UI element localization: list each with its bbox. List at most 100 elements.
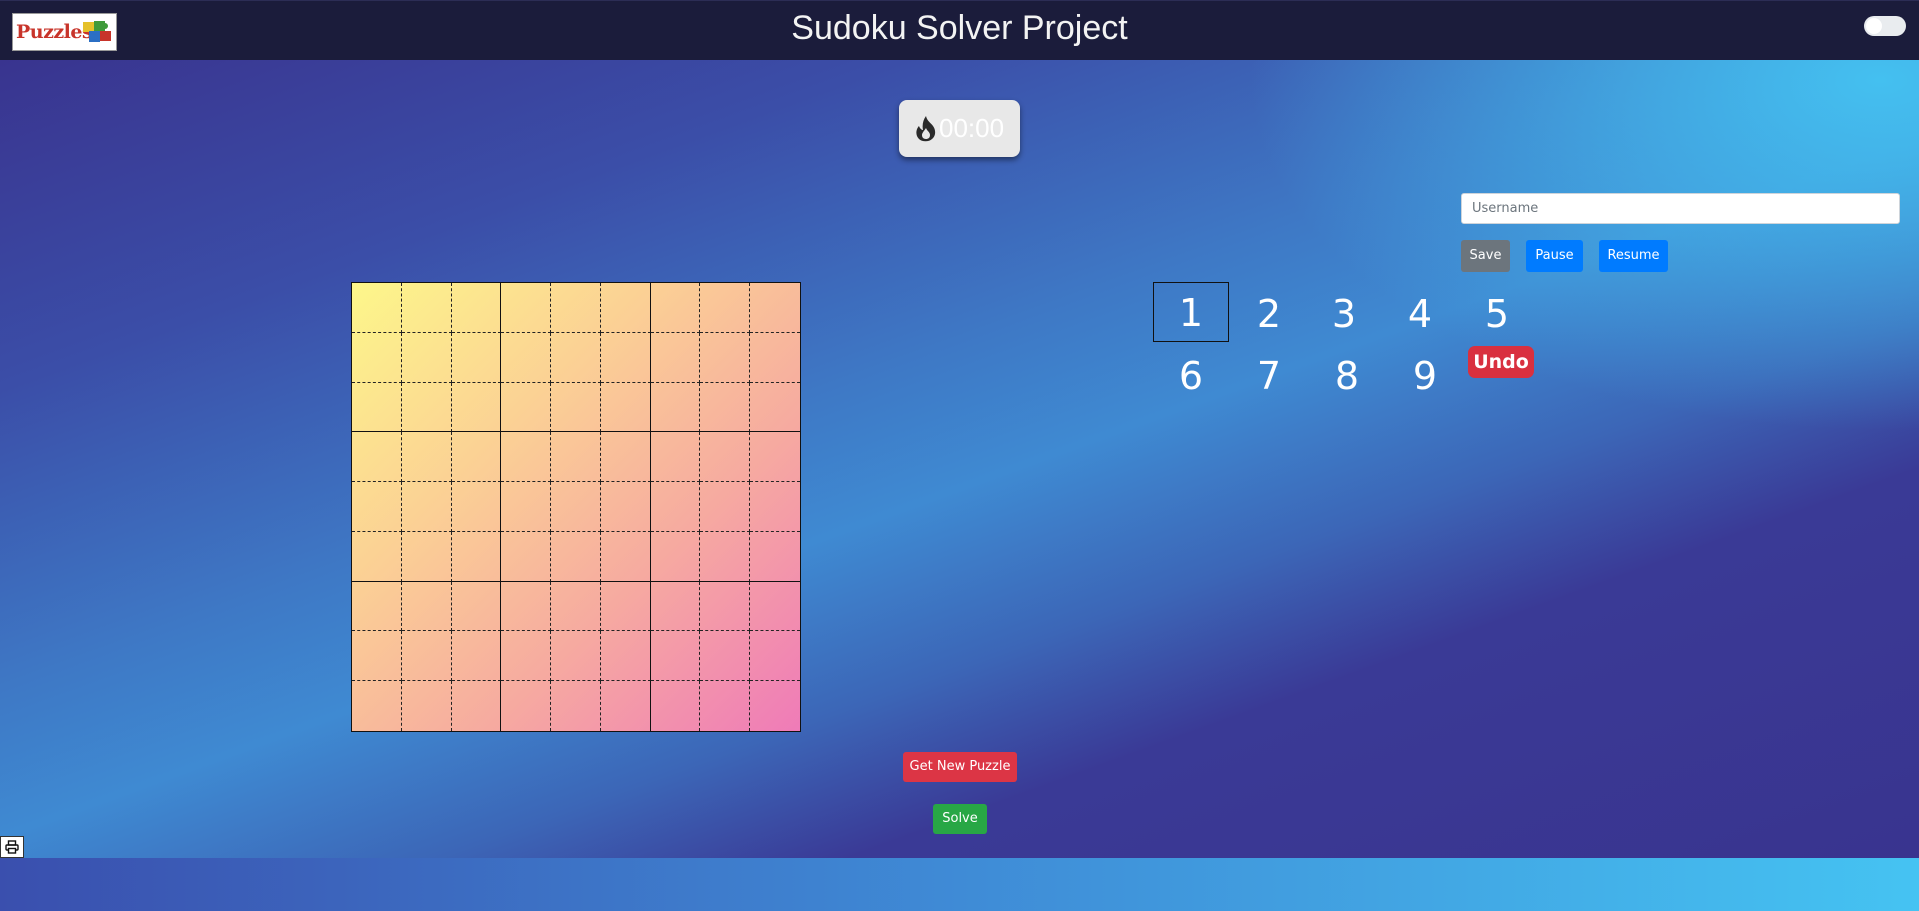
- board-cell[interactable]: [352, 482, 402, 532]
- board-cell[interactable]: [650, 432, 701, 483]
- board-cell[interactable]: [451, 332, 502, 383]
- board-cell[interactable]: [352, 382, 402, 433]
- board-cell[interactable]: [501, 482, 552, 532]
- number-button-2[interactable]: 2: [1231, 284, 1307, 344]
- fire-icon: [916, 116, 936, 142]
- board-cell[interactable]: [451, 432, 502, 483]
- number-button-6[interactable]: 6: [1153, 346, 1229, 406]
- board-cell[interactable]: [700, 332, 751, 383]
- board-cell[interactable]: [451, 482, 502, 532]
- board-cell[interactable]: [551, 432, 601, 483]
- board-cell[interactable]: [650, 332, 701, 383]
- board-cell[interactable]: [352, 531, 402, 582]
- board-cell[interactable]: [551, 631, 601, 682]
- board-cell[interactable]: [401, 382, 452, 433]
- board-cell[interactable]: [600, 382, 651, 433]
- board-cell[interactable]: [650, 581, 701, 632]
- board-cell[interactable]: [700, 681, 751, 731]
- number-button-9[interactable]: 9: [1387, 346, 1463, 406]
- board-cell[interactable]: [650, 631, 701, 682]
- board-cell[interactable]: [451, 283, 502, 333]
- board-cell[interactable]: [750, 681, 800, 731]
- board-cell[interactable]: [401, 631, 452, 682]
- board-cell[interactable]: [451, 382, 502, 433]
- board-cell[interactable]: [551, 681, 601, 731]
- board-cell[interactable]: [352, 283, 402, 333]
- number-button-8[interactable]: 8: [1309, 346, 1385, 406]
- board-cell[interactable]: [451, 581, 502, 632]
- board-cell[interactable]: [352, 631, 402, 682]
- number-button-1[interactable]: 1: [1153, 282, 1229, 342]
- solve-button[interactable]: Solve: [933, 804, 987, 834]
- board-cell[interactable]: [501, 631, 552, 682]
- board-cell[interactable]: [750, 532, 800, 582]
- board-cell[interactable]: [650, 382, 701, 433]
- undo-button[interactable]: Undo: [1468, 346, 1534, 378]
- resume-button[interactable]: Resume: [1599, 240, 1668, 272]
- number-button-4[interactable]: 4: [1382, 284, 1458, 344]
- board-cell[interactable]: [551, 581, 601, 632]
- board-cell[interactable]: [501, 681, 552, 731]
- board-cell[interactable]: [451, 631, 502, 682]
- board-cell[interactable]: [501, 581, 552, 632]
- board-cell[interactable]: [401, 283, 452, 333]
- number-button-7[interactable]: 7: [1231, 346, 1307, 406]
- save-button[interactable]: Save: [1461, 240, 1510, 272]
- board-cell[interactable]: [600, 631, 651, 682]
- board-cell[interactable]: [501, 382, 552, 433]
- board-cell[interactable]: [750, 482, 800, 532]
- theme-toggle[interactable]: [1864, 16, 1906, 36]
- board-cell[interactable]: [401, 482, 452, 532]
- board-cell[interactable]: [551, 482, 601, 532]
- board-cell[interactable]: [600, 482, 651, 532]
- board-cell[interactable]: [451, 531, 502, 582]
- board-cell[interactable]: [501, 531, 552, 582]
- board-cell[interactable]: [501, 332, 552, 383]
- board-cell[interactable]: [750, 631, 800, 682]
- board-cell[interactable]: [352, 432, 402, 483]
- username-input[interactable]: [1461, 193, 1900, 224]
- board-cell[interactable]: [600, 332, 651, 383]
- board-cell[interactable]: [750, 432, 800, 483]
- board-cell[interactable]: [551, 332, 601, 383]
- board-cell[interactable]: [352, 332, 402, 383]
- board-cell[interactable]: [501, 283, 552, 333]
- board-cell[interactable]: [551, 382, 601, 433]
- board-cell[interactable]: [700, 382, 751, 433]
- board-cell[interactable]: [700, 432, 751, 483]
- board-cell[interactable]: [750, 582, 800, 632]
- board-cell[interactable]: [750, 283, 800, 333]
- board-cell[interactable]: [352, 581, 402, 632]
- board-cell[interactable]: [600, 432, 651, 483]
- board-cell[interactable]: [700, 283, 751, 333]
- board-cell[interactable]: [600, 581, 651, 632]
- board-cell[interactable]: [650, 482, 701, 532]
- board-cell[interactable]: [650, 531, 701, 582]
- number-button-5[interactable]: 5: [1459, 284, 1535, 344]
- board-cell[interactable]: [600, 531, 651, 582]
- board-cell[interactable]: [551, 283, 601, 333]
- board-cell[interactable]: [700, 631, 751, 682]
- number-button-3[interactable]: 3: [1306, 284, 1382, 344]
- board-cell[interactable]: [501, 432, 552, 483]
- board-cell[interactable]: [600, 283, 651, 333]
- board-cell[interactable]: [650, 283, 701, 333]
- board-cell[interactable]: [750, 383, 800, 433]
- board-cell[interactable]: [551, 531, 601, 582]
- print-button[interactable]: [0, 836, 24, 858]
- board-cell[interactable]: [750, 333, 800, 383]
- board-cell[interactable]: [700, 581, 751, 632]
- board-cell[interactable]: [401, 531, 452, 582]
- board-cell[interactable]: [601, 681, 651, 731]
- board-cell[interactable]: [401, 332, 452, 383]
- board-cell[interactable]: [352, 681, 402, 731]
- board-cell[interactable]: [651, 681, 701, 731]
- board-cell[interactable]: [401, 581, 452, 632]
- board-cell[interactable]: [452, 681, 502, 731]
- board-cell[interactable]: [700, 531, 751, 582]
- board-cell[interactable]: [401, 432, 452, 483]
- pause-button[interactable]: Pause: [1526, 240, 1583, 272]
- board-cell[interactable]: [402, 681, 452, 731]
- new-puzzle-button[interactable]: Get New Puzzle: [903, 752, 1017, 782]
- board-cell[interactable]: [700, 482, 751, 532]
